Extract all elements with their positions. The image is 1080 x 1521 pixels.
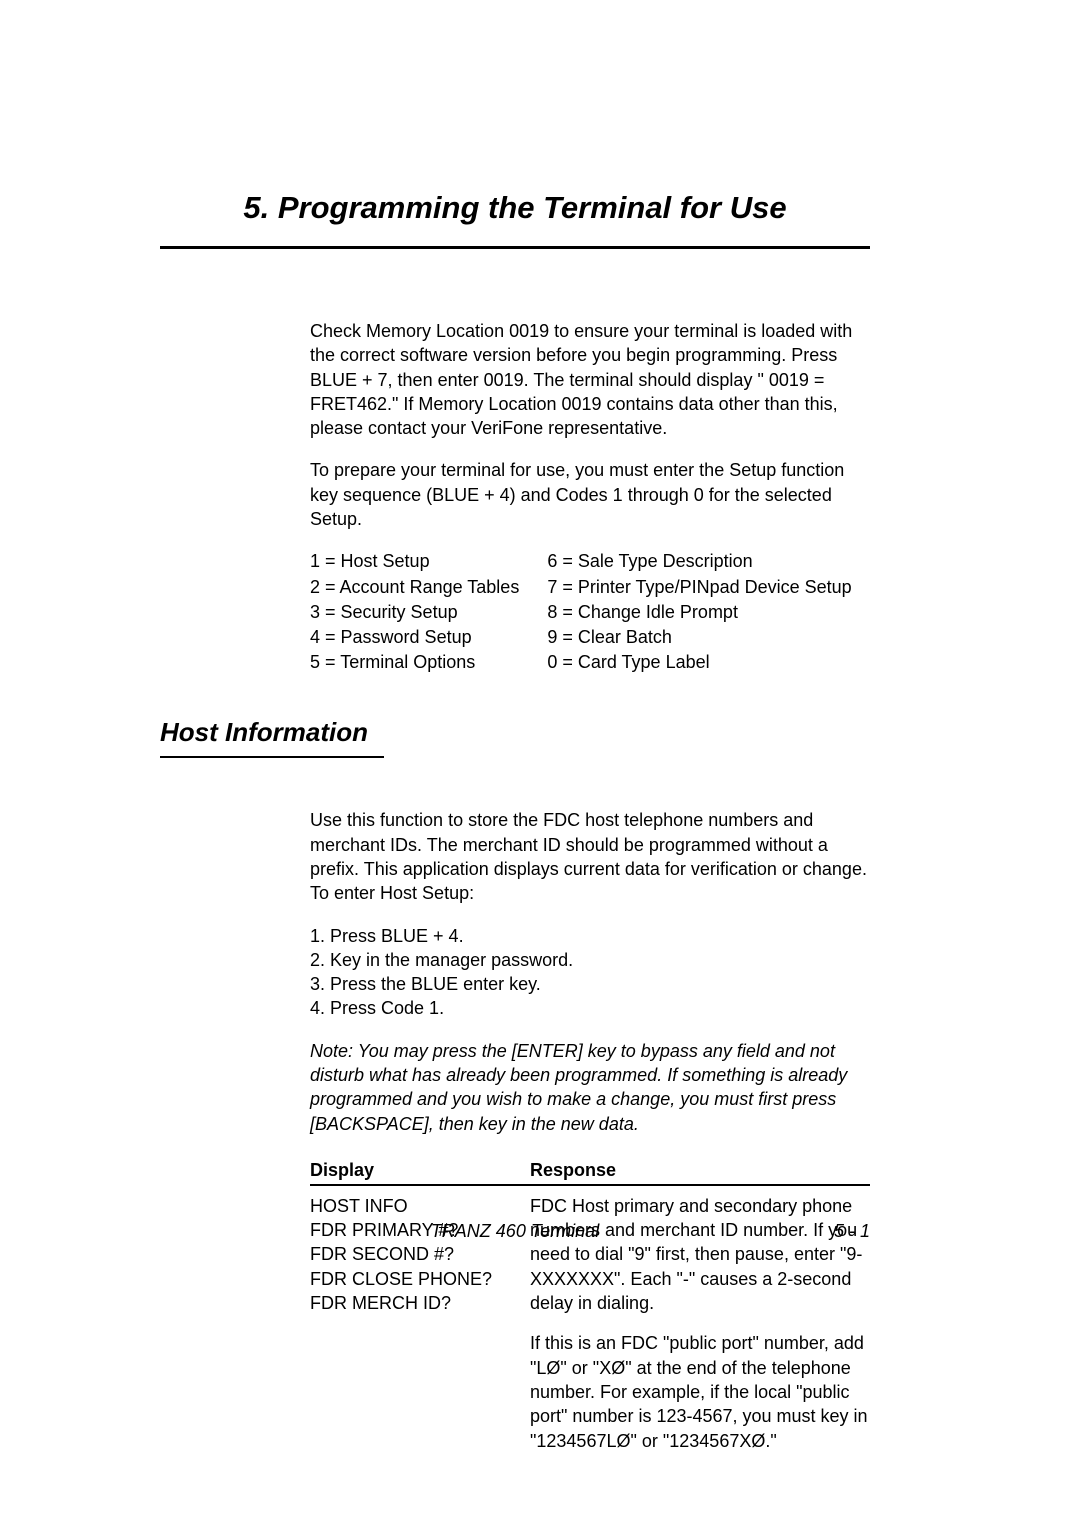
table-header-display: Display [310, 1160, 530, 1181]
code-item: 6 = Sale Type Description [547, 549, 851, 574]
code-item: 8 = Change Idle Prompt [547, 600, 851, 625]
code-item: 1 = Host Setup [310, 549, 519, 574]
step-item: 2. Key in the manager password. [310, 948, 870, 972]
host-intro: Use this function to store the FDC host … [310, 808, 870, 905]
step-item: 1. Press BLUE + 4. [310, 924, 870, 948]
intro-paragraph-1: Check Memory Location 0019 to ensure you… [310, 319, 870, 440]
table-cell-response: FDC Host primary and secondary phone num… [530, 1194, 870, 1315]
code-item: 7 = Printer Type/PINpad Device Setup [547, 575, 851, 600]
table-row: If this is an FDC "public port" number, … [310, 1323, 870, 1460]
section-title-host-information: Host Information [160, 717, 384, 758]
table-header-row: Display Response [310, 1160, 870, 1186]
table-cell-display [310, 1331, 530, 1452]
intro-paragraph-2: To prepare your terminal for use, you mu… [310, 458, 870, 531]
table-header-response: Response [530, 1160, 870, 1181]
step-item: 3. Press the BLUE enter key. [310, 972, 870, 996]
steps-list: 1. Press BLUE + 4. 2. Key in the manager… [310, 924, 870, 1021]
code-item: 3 = Security Setup [310, 600, 519, 625]
step-item: 4. Press Code 1. [310, 996, 870, 1020]
table-cell-display: HOST INFO FDR PRIMARY #? FDR SECOND #? F… [310, 1194, 530, 1315]
display-response-table: Display Response HOST INFO FDR PRIMARY #… [310, 1160, 870, 1461]
table-cell-response: If this is an FDC "public port" number, … [530, 1331, 870, 1452]
code-item: 9 = Clear Batch [547, 625, 851, 650]
codes-list: 1 = Host Setup 2 = Account Range Tables … [310, 549, 870, 675]
footer-page-number: 5 - 1 [834, 1221, 870, 1242]
code-item: 0 = Card Type Label [547, 650, 851, 675]
code-item: 5 = Terminal Options [310, 650, 519, 675]
table-row: HOST INFO FDR PRIMARY #? FDR SECOND #? F… [310, 1186, 870, 1323]
codes-right-col: 6 = Sale Type Description 7 = Printer Ty… [547, 549, 851, 675]
note-text: Note: You may press the [ENTER] key to b… [310, 1039, 870, 1136]
codes-left-col: 1 = Host Setup 2 = Account Range Tables … [310, 549, 519, 675]
chapter-title: 5. Programming the Terminal for Use [160, 190, 870, 249]
page-footer: TRANZ 460 Terminal 5 - 1 [160, 1221, 870, 1242]
code-item: 4 = Password Setup [310, 625, 519, 650]
code-item: 2 = Account Range Tables [310, 575, 519, 600]
footer-doc-title: TRANZ 460 Terminal [160, 1221, 870, 1242]
